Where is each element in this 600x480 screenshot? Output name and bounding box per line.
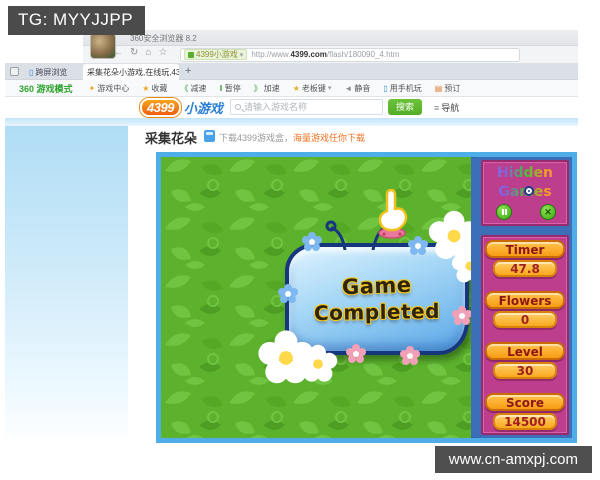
game-mode-label: 360 游戏模式	[19, 82, 73, 95]
sign-text-line1: Game	[342, 273, 412, 299]
download-box-icon	[204, 130, 215, 142]
toolbar-pause[interactable]: ‖暂停	[219, 83, 240, 94]
target-icon	[524, 186, 534, 196]
rewind-icon: 《	[180, 83, 188, 94]
tab-active-game[interactable]: 采集花朵小游戏,在线玩,4399小游... ×	[83, 64, 179, 80]
stat-score: Score 14500	[483, 393, 567, 430]
security-badge-icon	[188, 52, 194, 58]
logo-xiaoyouxi: 小游戏	[184, 98, 223, 117]
badge-caret-icon: ▾	[240, 51, 244, 59]
stat-label: Level	[485, 342, 565, 360]
hidden-games-logo-line1: Hidden	[483, 162, 567, 181]
mobile-icon: ▯	[383, 84, 387, 93]
stats-panel: Timer 47.8 Flowers 0 Level 30	[481, 235, 569, 435]
stat-value: 0	[493, 311, 557, 328]
fast-forward-icon: 》	[254, 83, 262, 94]
flower-decoration	[415, 243, 421, 249]
toolbar-game-center[interactable]: ✦游戏中心	[89, 83, 130, 94]
key-icon: ★	[293, 84, 300, 93]
favorite-star-icon[interactable]: ☆	[158, 47, 167, 58]
flower-decoration	[466, 262, 472, 271]
game-mode-toolbar: 360 游戏模式 ✦游戏中心 ★收藏 《减速 ‖暂停 》加速 ★老板键▾ ◄静音…	[5, 80, 578, 97]
flower-decoration	[407, 353, 413, 359]
toolbar-boss-key[interactable]: ★老板键▾	[293, 83, 332, 94]
flower-decoration	[353, 351, 359, 357]
nav-menu[interactable]: ≡导航	[434, 101, 459, 114]
stat-label: Score	[485, 393, 565, 411]
stat-label: Timer	[485, 240, 565, 258]
flower-decoration	[279, 351, 293, 365]
star-icon: ★	[142, 84, 149, 93]
site-badge-label: 4399小游戏	[196, 49, 238, 60]
web-page: 4399 小游戏 搜索 ≡导航 采集花朵 下载4399游戏盒，海量游戏	[5, 97, 578, 443]
toolbar-mute[interactable]: ◄静音	[344, 83, 370, 94]
phone-icon: ▯	[29, 68, 33, 77]
header-divider-strip	[5, 118, 578, 126]
flower-decoration	[285, 291, 291, 297]
stat-label: Flowers	[485, 291, 565, 309]
cart-icon: ▤	[435, 84, 443, 93]
page-title: 采集花朵	[145, 128, 197, 147]
game-sidebar: Hidden Games ✕ Timer 47.8	[478, 157, 572, 438]
toolbar-favorites[interactable]: ★收藏	[142, 83, 167, 94]
hand-cursor-icon	[372, 187, 412, 239]
side-panel-icon[interactable]	[10, 67, 19, 76]
address-bar: ← ↻ ⌂ ☆ 4399小游戏 ▾ http://www.4399.com/fl…	[83, 46, 578, 63]
sign-text-line2: Completed	[314, 299, 440, 325]
game-completed-sign: Game Completed	[285, 243, 469, 355]
game-field[interactable]: Game Completed	[161, 157, 471, 438]
browser-window: 360安全浏览器 8.2 ← ↻ ⌂ ☆ 4399小游戏 ▾ http://ww…	[5, 30, 578, 443]
stat-value: 14500	[493, 413, 557, 430]
tab-bar: ▯ 跨屏浏览 采集花朵小游戏,在线玩,4399小游... × +	[5, 63, 578, 80]
speaker-icon: ◄	[344, 84, 352, 93]
flower-decoration	[448, 230, 461, 243]
site-header: 4399 小游戏 搜索 ≡导航	[128, 97, 578, 118]
stat-flowers: Flowers 0	[483, 291, 567, 328]
stat-value: 47.8	[493, 260, 557, 277]
toolbar-preorder[interactable]: ▤预订	[435, 83, 461, 94]
toolbar-play-on-phone[interactable]: ▯用手机玩	[383, 83, 421, 94]
content-area: 4399 小游戏 搜索 ≡导航 采集花朵 下载4399游戏盒，海量游戏	[128, 97, 578, 443]
toolbar-speed-up[interactable]: 》加速	[254, 83, 280, 94]
avatar[interactable]	[90, 33, 116, 59]
game-center-icon: ✦	[89, 84, 96, 93]
toolbar-slow-down[interactable]: 《减速	[180, 83, 206, 94]
search-icon	[235, 104, 241, 110]
home-icon[interactable]: ⌂	[145, 47, 151, 58]
chevron-down-icon: ▾	[328, 84, 332, 92]
flash-game-frame: Game Completed	[156, 152, 577, 443]
tab-cross-screen[interactable]: ▯ 跨屏浏览	[25, 64, 81, 80]
search-button[interactable]: 搜索	[388, 99, 422, 115]
watermark-top: TG: MYYJJPP	[8, 6, 145, 35]
search-input[interactable]	[244, 102, 378, 112]
flower-decoration	[459, 313, 465, 319]
stat-level: Level 30	[483, 342, 567, 379]
watermark-bottom: www.cn-amxpj.com	[435, 446, 592, 473]
url-field[interactable]: 4399小游戏 ▾ http://www.4399.com/flash/1800…	[180, 48, 520, 62]
new-tab-button[interactable]: +	[185, 65, 191, 78]
browser-titlebar: 360安全浏览器 8.2	[83, 30, 578, 46]
site-identity-badge[interactable]: 4399小游戏 ▾	[184, 49, 247, 60]
pause-button[interactable]	[496, 204, 512, 220]
flower-decoration	[313, 359, 323, 369]
download-link[interactable]: 下载4399游戏盒，海量游戏任你下载	[219, 131, 365, 144]
sound-button[interactable]: ✕	[540, 204, 556, 220]
hamburger-icon: ≡	[434, 103, 439, 113]
pause-icon: ‖	[219, 84, 222, 93]
search-box	[230, 99, 383, 115]
flower-decoration	[309, 239, 315, 245]
site-logo[interactable]: 4399 小游戏	[140, 98, 223, 117]
refresh-icon[interactable]: ↻	[130, 47, 138, 58]
hidden-games-logo-panel: Hidden Games ✕	[481, 160, 569, 226]
stat-value: 30	[493, 362, 557, 379]
game-title-row: 采集花朵 下载4399游戏盒，海量游戏任你下载	[128, 126, 578, 150]
logo-4399: 4399	[140, 98, 181, 117]
screenshot-canvas: TG: MYYJJPP www.cn-amxpj.com 360安全浏览器 8.…	[0, 0, 600, 480]
url-text: http://www.4399.com/flash/180090_4.htm	[251, 50, 399, 59]
stat-timer: Timer 47.8	[483, 240, 567, 277]
